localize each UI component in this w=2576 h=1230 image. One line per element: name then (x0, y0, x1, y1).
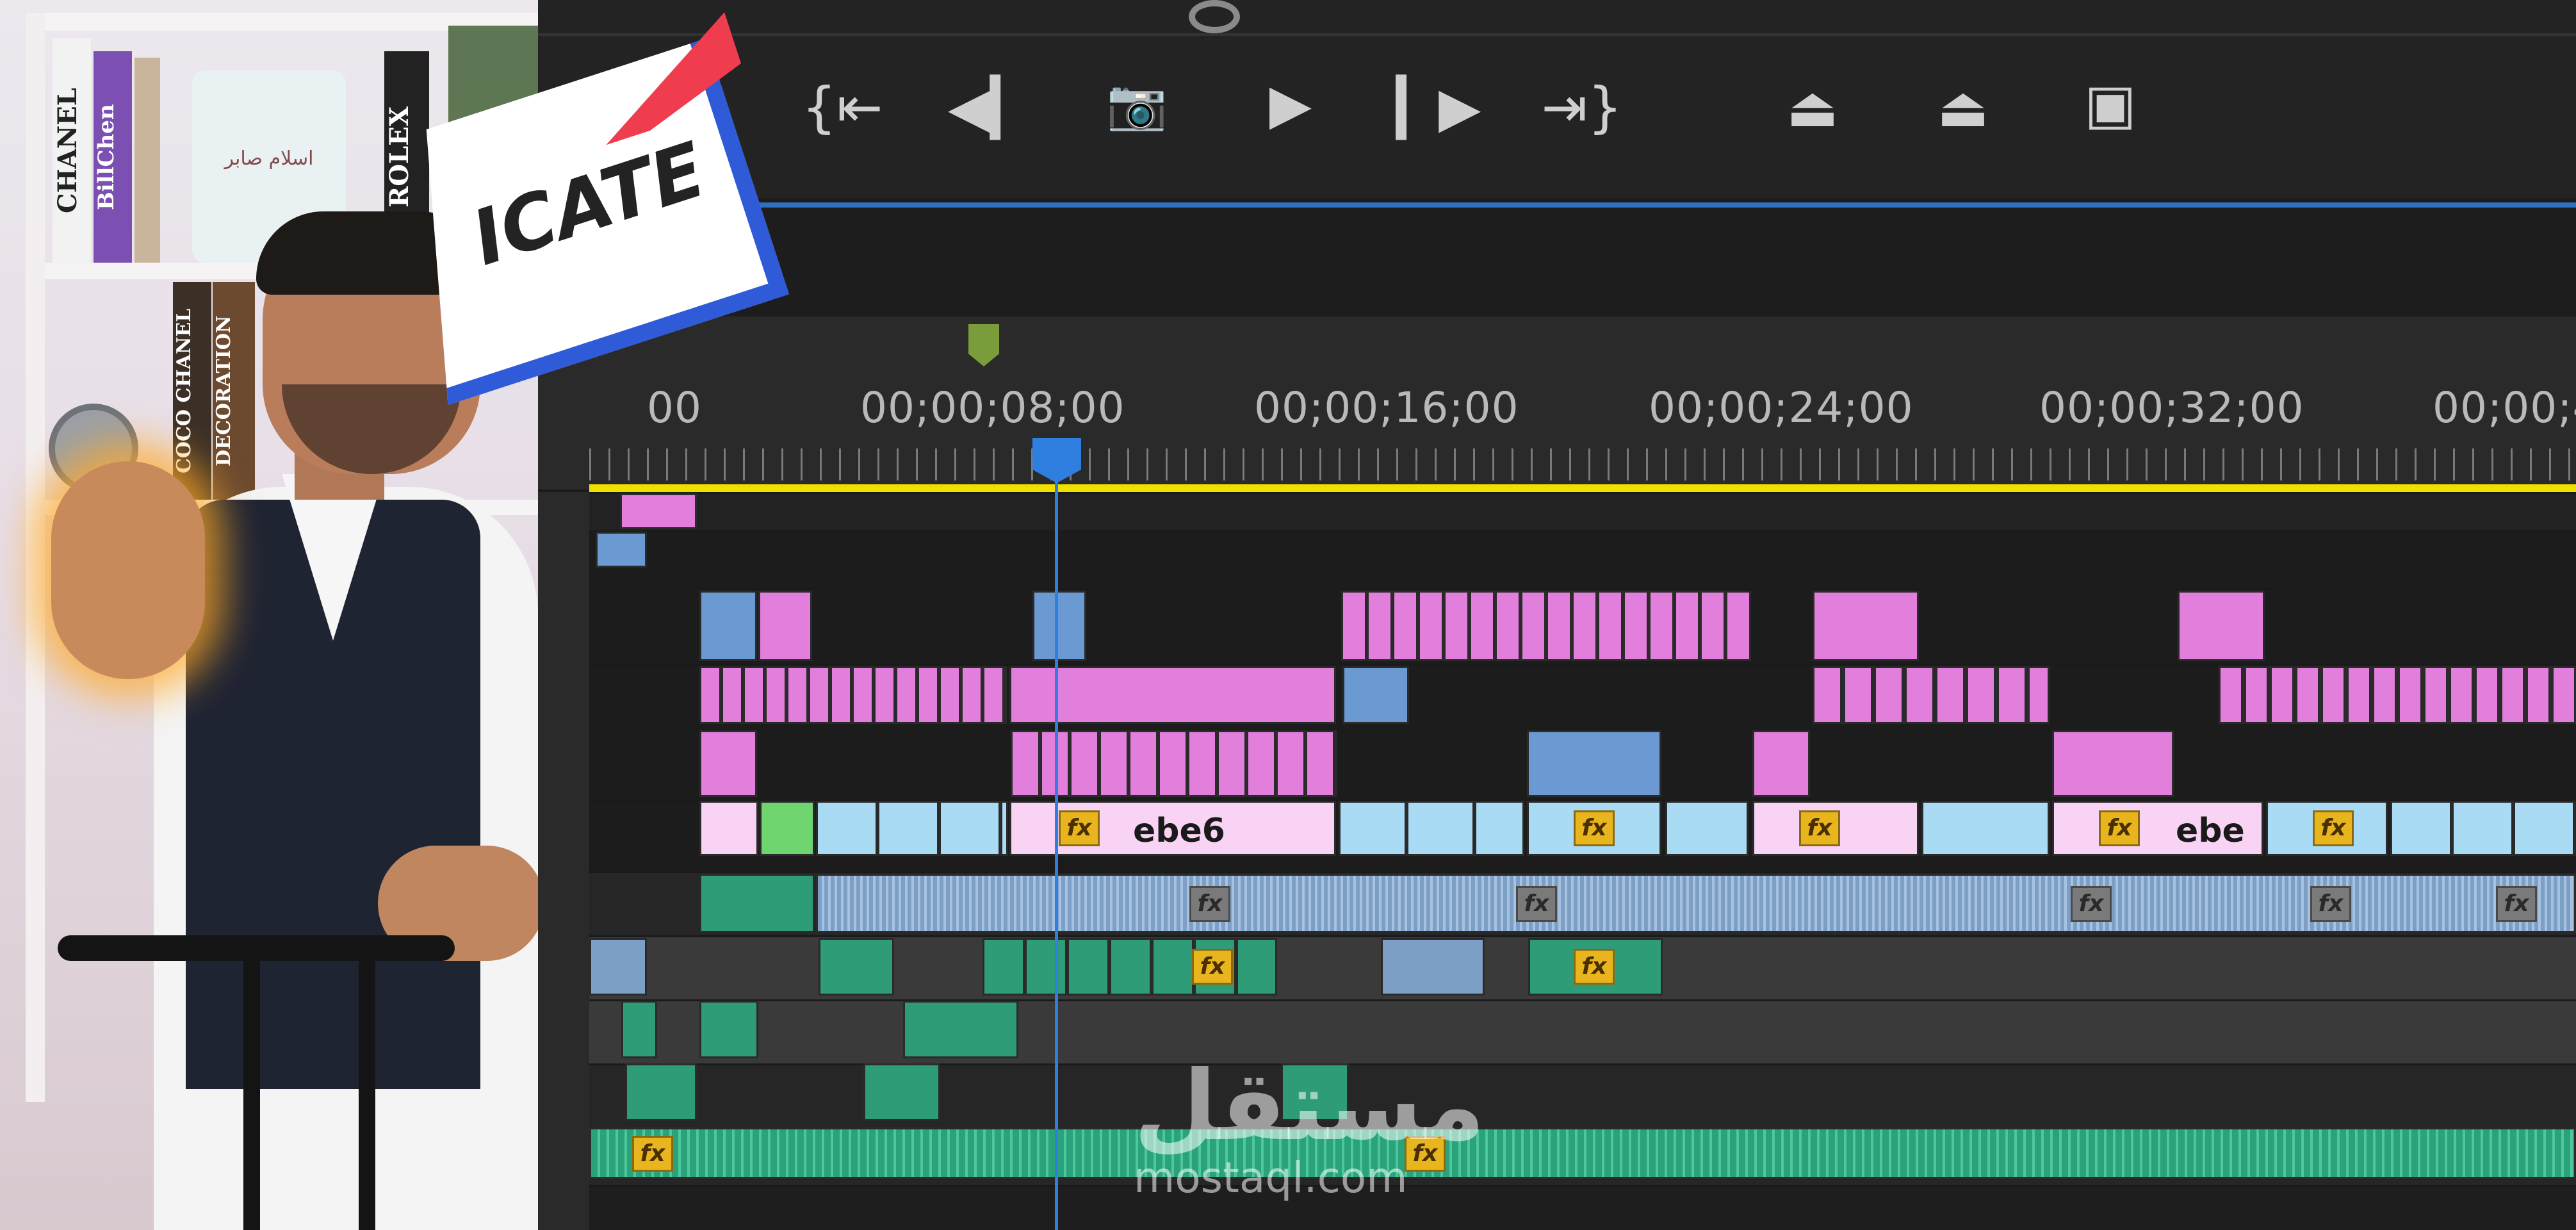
video-clip[interactable] (1009, 666, 1336, 724)
book (135, 58, 160, 263)
go-to-out-icon[interactable]: ⇥} (1540, 80, 1624, 135)
fx-badge: fx (1192, 949, 1233, 985)
fx-badge: fx (1574, 810, 1615, 846)
video-clip[interactable]: fx ebe (2052, 801, 2263, 856)
audio-clip[interactable]: fx (1528, 938, 1663, 996)
video-clip[interactable]: fx ebe6 (1009, 801, 1336, 856)
fx-badge: fx (1574, 949, 1615, 985)
timecode-label: 00 (647, 383, 702, 432)
play-icon[interactable]: ▶ (1249, 77, 1332, 132)
fx-badge: fx (1516, 886, 1557, 922)
audio-clip[interactable] (863, 1063, 940, 1121)
timecode-label: 00;00;16;00 (1254, 383, 1519, 432)
video-clip[interactable] (1342, 666, 1409, 724)
step-forward-icon[interactable]: ▎▶ (1396, 80, 1481, 135)
audio-clip[interactable] (819, 938, 894, 996)
fx-badge: fx (1059, 810, 1100, 846)
video-clip[interactable] (758, 591, 812, 661)
video-clip[interactable] (760, 801, 815, 856)
video-clip[interactable]: fx (2266, 801, 2388, 856)
watermark-arabic: مستقل (1134, 1051, 1485, 1162)
video-clip[interactable] (699, 591, 757, 661)
video-clip[interactable] (1665, 801, 1749, 856)
audio-clip[interactable] (1381, 938, 1485, 996)
video-clip[interactable] (699, 730, 757, 797)
audio-clip[interactable] (589, 938, 647, 996)
video-clip[interactable]: fx (1527, 801, 1661, 856)
track-v7 (589, 530, 2576, 588)
video-clip-group[interactable] (1339, 801, 1524, 856)
ruler-ticks (589, 448, 2576, 480)
lift-icon[interactable]: ⏏ (1768, 80, 1857, 135)
timeline-header (538, 208, 2576, 316)
comparison-view-icon[interactable]: ▣ (2066, 77, 2155, 132)
timecode-label: 00;00;08;00 (860, 383, 1125, 432)
audio-clip[interactable] (621, 1001, 657, 1058)
fx-badge: fx (632, 1136, 673, 1172)
panel-focus-line (538, 202, 2576, 208)
playhead-line[interactable] (1055, 474, 1058, 1230)
video-clip[interactable] (2178, 591, 2265, 661)
track-header-column (538, 492, 589, 1230)
track-v8 (589, 492, 2576, 530)
fx-badge: fx (2099, 810, 2140, 846)
video-clip-group[interactable] (1341, 591, 1751, 661)
track-a3 (589, 999, 2576, 1063)
music-clip[interactable]: fx fx (589, 1128, 2576, 1179)
presenter-left-hand (51, 461, 205, 679)
divider (538, 33, 2576, 36)
award-text: اسلام صابر (224, 147, 314, 170)
fx-badge: fx (1189, 886, 1230, 922)
fx-badge: fx (1799, 810, 1840, 846)
book: DECORATION (213, 282, 255, 500)
extract-icon[interactable]: ⏏ (1918, 80, 2008, 135)
video-clip[interactable] (1921, 801, 2050, 856)
video-clip[interactable] (596, 532, 647, 568)
book: COCO CHANEL (173, 282, 211, 500)
book: CHANEL (53, 38, 91, 263)
audio-clip[interactable] (903, 1001, 1018, 1058)
audio-clip[interactable] (699, 874, 815, 933)
export-frame-icon[interactable]: 📷 (1095, 80, 1178, 129)
audio-clip[interactable] (625, 1063, 697, 1121)
audio-clip[interactable] (699, 1001, 758, 1058)
shelf-side (26, 13, 45, 1102)
scrub-handle[interactable] (1189, 0, 1240, 33)
work-area-bar[interactable] (589, 484, 2576, 492)
fx-badge: fx (2496, 886, 2537, 922)
video-clip[interactable]: fx (1752, 801, 1919, 856)
timecode-label: 00;00;32;00 (2039, 383, 2304, 432)
video-clip-group[interactable] (699, 666, 1007, 724)
video-clip-group[interactable] (1011, 730, 1337, 797)
video-clip[interactable] (1752, 730, 1810, 797)
fx-badge: fx (2071, 886, 2112, 922)
clip-label: ebe6 (1133, 812, 1225, 850)
step-back-icon[interactable]: ◀▎ (948, 80, 1032, 135)
timecode-label: 00;00;4 (2433, 383, 2576, 432)
video-clip[interactable] (1813, 591, 1919, 661)
video-clip[interactable] (2052, 730, 2174, 797)
video-clip[interactable] (699, 801, 758, 856)
watermark-latin: mostaql.com (1134, 1153, 1408, 1202)
audio-clip-group[interactable]: fx (982, 938, 1277, 996)
video-clip-group[interactable] (2219, 666, 2576, 724)
video-clip[interactable] (1527, 730, 1661, 797)
book: BillChen (94, 51, 132, 263)
video-clip-group[interactable] (816, 801, 1008, 856)
video-clip-group[interactable] (1813, 666, 2050, 724)
fx-badge: fx (2313, 810, 2354, 846)
fx-badge: fx (2310, 886, 2351, 922)
video-clip[interactable] (620, 493, 697, 529)
audio-clip-group[interactable]: fx fx fx fx fx (816, 874, 2576, 933)
go-to-in-icon[interactable]: {⇤ (801, 80, 884, 135)
chair-leg (243, 948, 260, 1230)
chair-leg (359, 948, 375, 1230)
timecode-label: 00;00;24;00 (1649, 383, 1914, 432)
track-a6 (589, 1185, 2576, 1230)
video-clip[interactable] (1032, 591, 1086, 661)
video-clip-group[interactable] (2390, 801, 2576, 856)
clip-label: ebe (2176, 812, 2245, 850)
